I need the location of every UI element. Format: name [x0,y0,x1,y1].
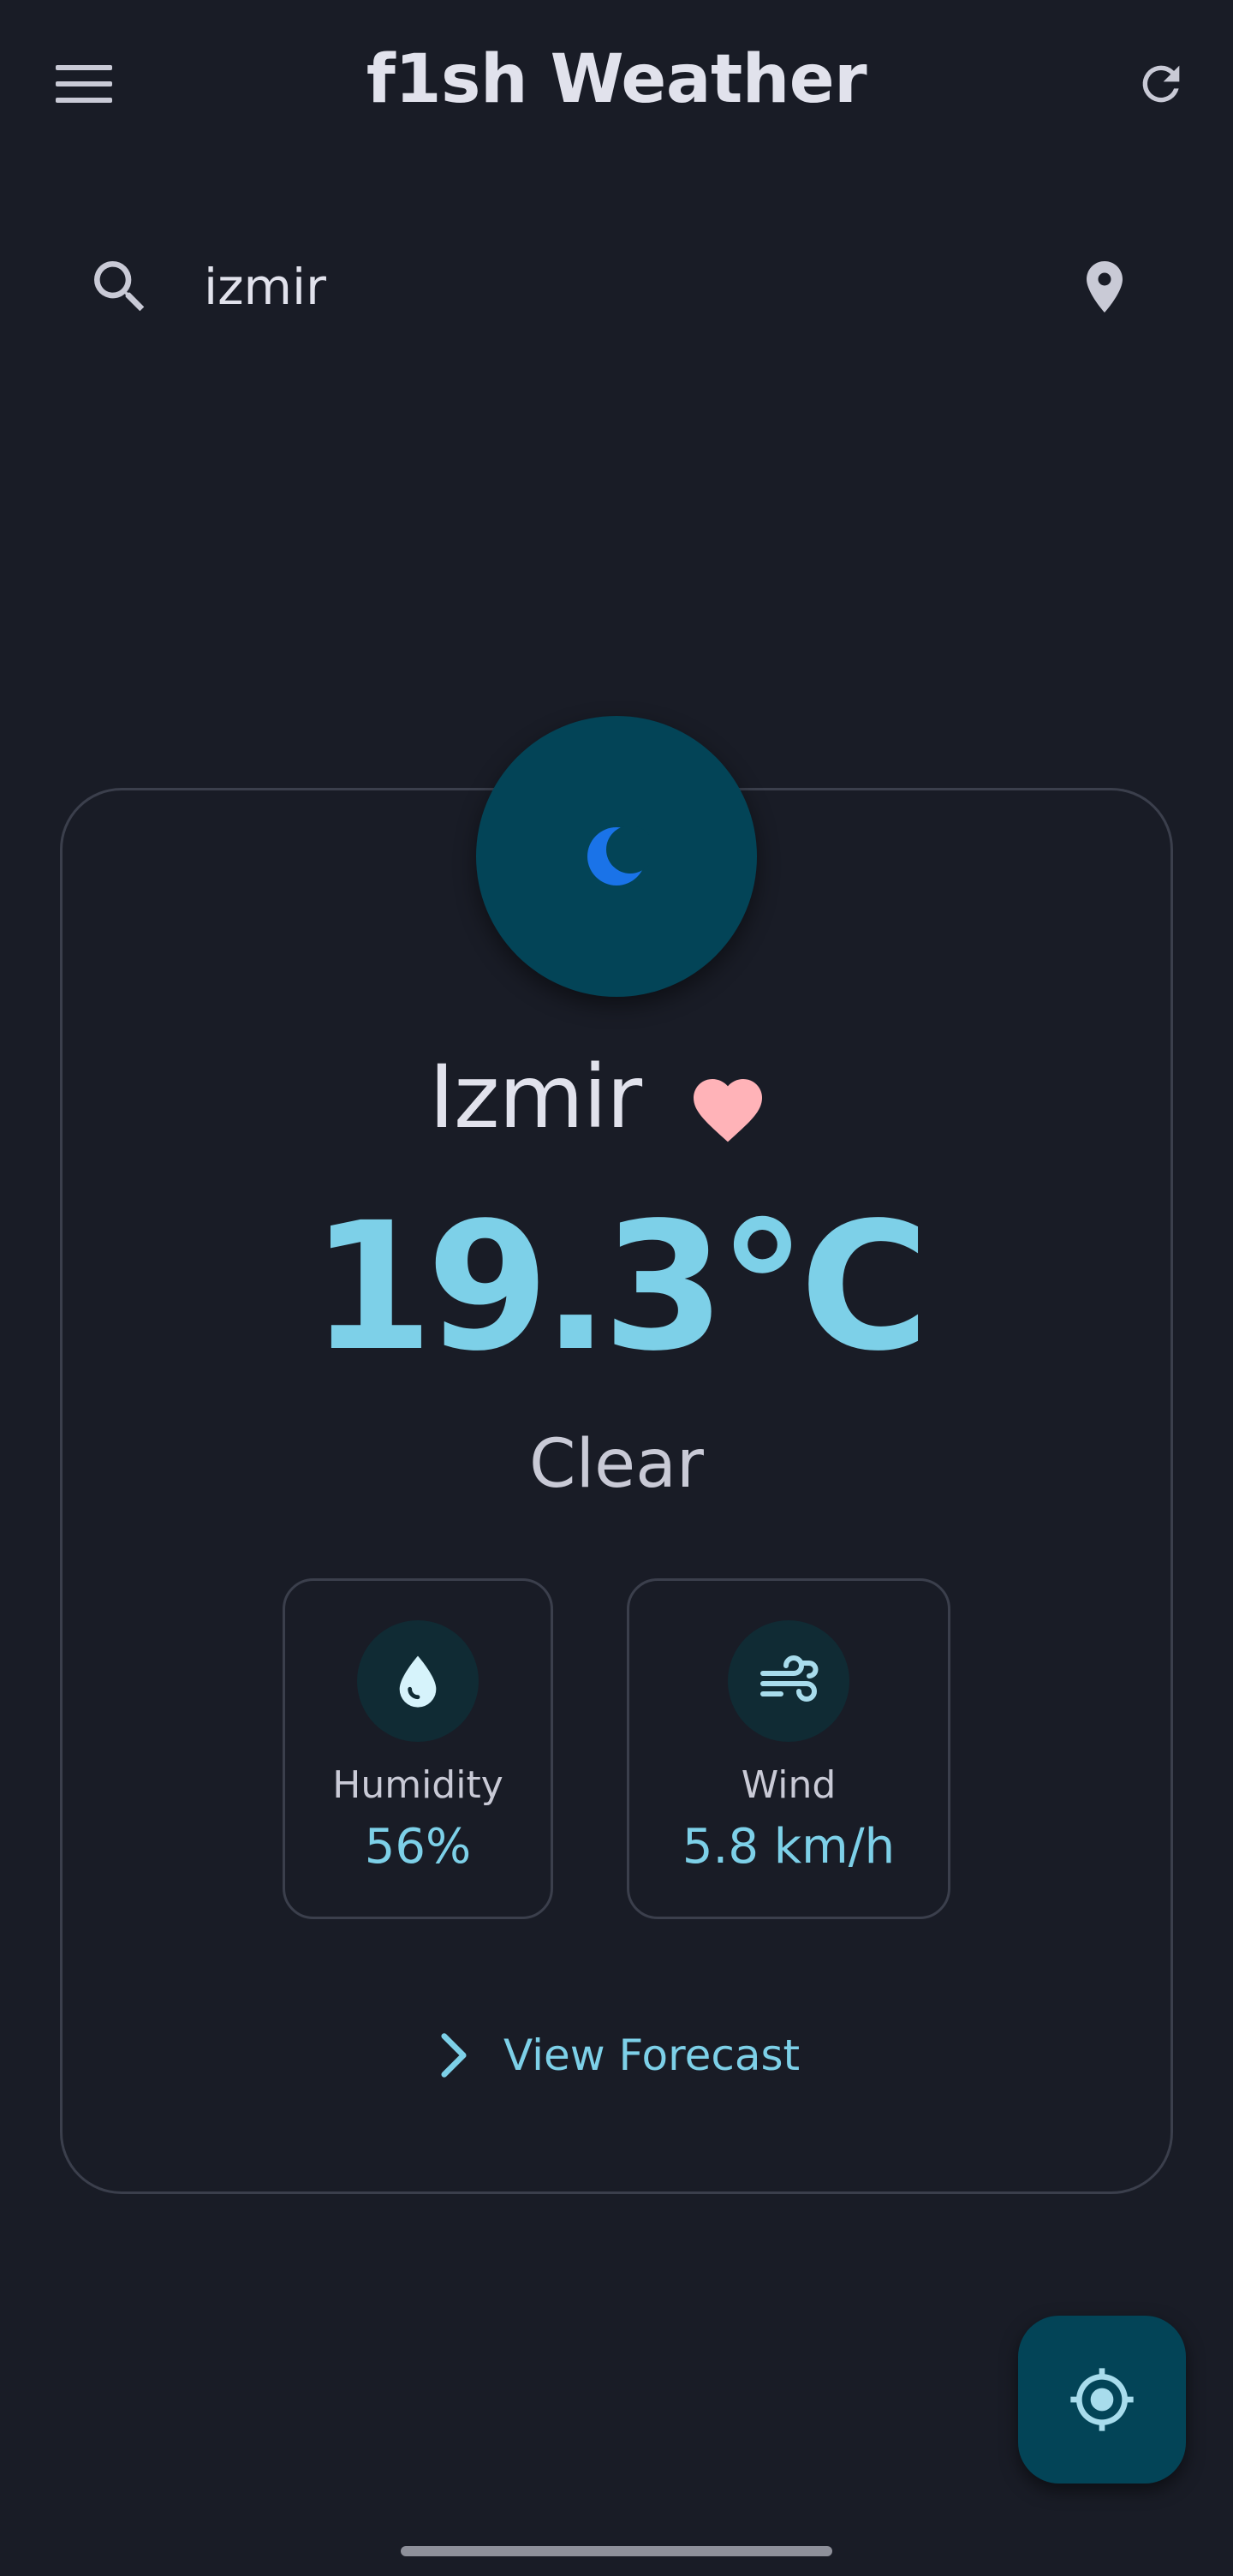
refresh-icon [1142,65,1180,103]
wind-icon [760,1655,819,1702]
top-app-bar: f1sh Weather [0,0,1233,171]
humidity-card: Humidity 56% [283,1578,553,1919]
water-drop-icon [399,1655,437,1708]
search-bar [60,210,1173,364]
wind-label: Wind [741,1763,837,1807]
my-location-icon [1070,2368,1134,2431]
weather-icon-badge [476,716,757,997]
app-title: f1sh Weather [366,41,867,118]
weather-screen: f1sh Weather Izmir [0,0,1233,2576]
favorite-button[interactable] [682,1064,774,1149]
wind-value: 5.8 km/h [682,1819,896,1875]
wind-card: Wind 5.8 km/h [627,1578,950,1919]
temperature: 19.3°C [310,1184,929,1390]
location-pin-button[interactable] [1070,253,1139,321]
weather-condition: Clear [529,1426,704,1503]
search-input[interactable] [204,244,974,330]
view-forecast-button[interactable]: View Forecast [428,2012,822,2098]
search-icon[interactable] [86,253,154,321]
humidity-label: Humidity [332,1763,503,1807]
wind-icon-badge [728,1620,849,1742]
humidity-value: 56% [364,1819,472,1875]
humidity-icon-badge [357,1620,479,1742]
chevron-right-icon [428,2025,480,2085]
my-location-fab[interactable] [1018,2316,1186,2484]
moon-icon [587,826,649,886]
location-pin-icon [1087,261,1123,313]
refresh-button[interactable] [1127,50,1195,118]
heart-icon [694,1079,762,1142]
gesture-navigation-bar[interactable] [401,2546,832,2556]
city-name: Izmir [428,1046,642,1148]
view-forecast-label: View Forecast [503,2030,801,2080]
city-row: Izmir [0,1046,1233,1158]
